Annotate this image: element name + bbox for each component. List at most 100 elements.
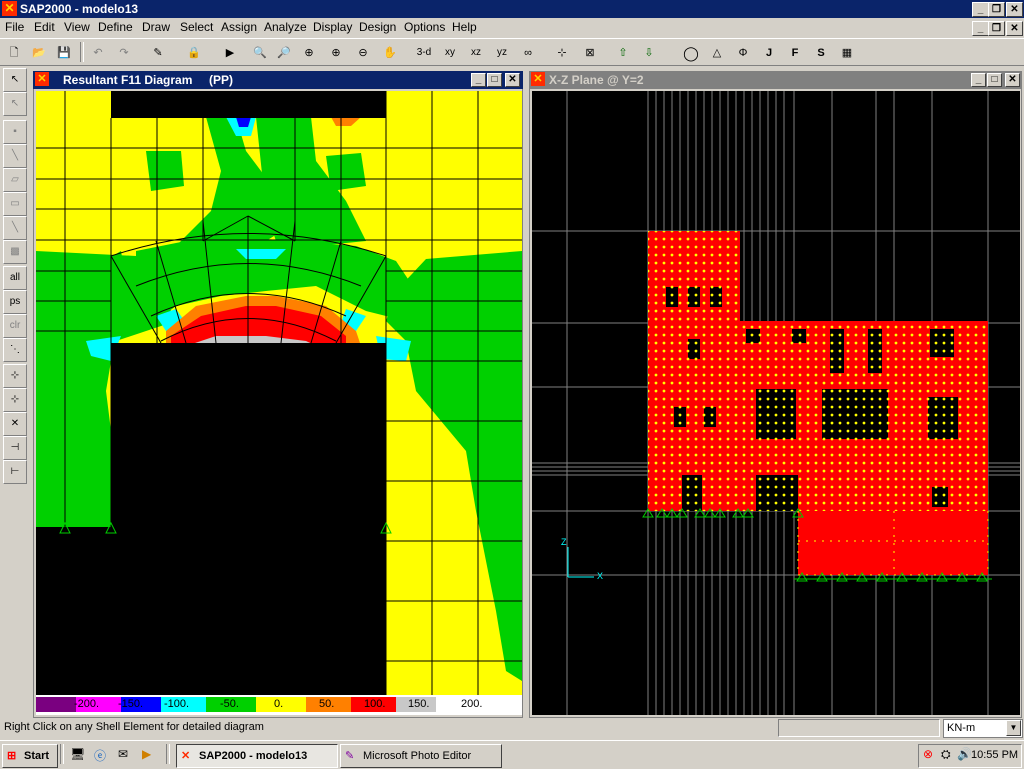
close-button[interactable]: ✕: [1006, 2, 1023, 17]
network-icon[interactable]: ⛭: [941, 747, 951, 762]
outlook-icon[interactable]: ✉: [118, 747, 134, 763]
menu-draw[interactable]: Draw: [142, 20, 170, 34]
move-down-icon[interactable]: ⇩: [637, 41, 661, 65]
snap-perpendicular-icon[interactable]: ⊣: [3, 436, 27, 460]
view-yz-button[interactable]: yz: [490, 41, 514, 65]
sap-logo-icon[interactable]: ✕: [35, 72, 49, 86]
menu-bar: File Edit View Define Draw Select Assign…: [0, 18, 1024, 38]
triangle-display-icon[interactable]: △: [705, 41, 729, 65]
previous-selection-icon[interactable]: ps: [3, 290, 27, 314]
menu-options[interactable]: Options: [404, 20, 445, 34]
child-restore-button[interactable]: ❐: [988, 21, 1005, 36]
f11-window-title-bar[interactable]: ✕ Resultant F11 Diagram (PP) _ □ ✕: [33, 71, 523, 89]
new-file-icon[interactable]: 🗋: [2, 41, 26, 65]
close-button[interactable]: ✕: [505, 73, 520, 87]
menu-define[interactable]: Define: [98, 20, 133, 34]
stress-contour-canvas[interactable]: [36, 91, 522, 695]
child-minimize-button[interactable]: _: [972, 21, 989, 36]
view-xz-button[interactable]: xz: [464, 41, 488, 65]
snap-points-icon[interactable]: ⊹: [3, 364, 27, 388]
circle-display-icon[interactable]: ◯: [679, 41, 703, 65]
xz-window-title-bar[interactable]: ✕ X-Z Plane @ Y=2 _ □ ✕: [529, 71, 1022, 89]
clear-selection-icon[interactable]: clr: [3, 314, 27, 338]
draw-rect-shell-icon[interactable]: ▭: [3, 192, 27, 216]
menu-edit[interactable]: Edit: [34, 20, 55, 34]
rotate-view-icon[interactable]: ∞: [516, 41, 540, 65]
frame-display-icon[interactable]: F: [783, 41, 807, 65]
view-xy-button[interactable]: xy: [438, 41, 462, 65]
menu-help[interactable]: Help: [452, 20, 477, 34]
draw-shell-icon[interactable]: ▱: [3, 168, 27, 192]
phi-display-icon[interactable]: Φ: [731, 41, 755, 65]
model-view-canvas[interactable]: [532, 91, 1020, 715]
chevron-down-icon[interactable]: ▼: [1006, 720, 1021, 736]
child-close-button[interactable]: ✕: [1006, 21, 1023, 36]
sap-logo-icon[interactable]: ✕: [531, 72, 545, 86]
zoom-in-icon[interactable]: ⊕: [324, 41, 348, 65]
table-display-icon[interactable]: ▦: [835, 41, 859, 65]
antivirus-icon[interactable]: ⊗: [923, 747, 933, 761]
sap-logo-icon[interactable]: ✕: [2, 1, 17, 16]
snap-intersections-icon[interactable]: ✕: [3, 412, 27, 436]
zoom-restore-icon[interactable]: 🔎: [272, 41, 296, 65]
xz-plane-window[interactable]: ✕ X-Z Plane @ Y=2 _ □ ✕ Z X: [527, 69, 1024, 720]
restore-button[interactable]: ❐: [988, 2, 1005, 17]
save-icon[interactable]: 💾: [52, 41, 76, 65]
speaker-icon[interactable]: 🔊: [957, 747, 972, 761]
menu-analyze[interactable]: Analyze: [264, 20, 307, 34]
menu-design[interactable]: Design: [359, 20, 396, 34]
menu-view[interactable]: View: [64, 20, 90, 34]
desktop-icon[interactable]: 🖥: [70, 747, 86, 763]
move-up-icon[interactable]: ⇧: [611, 41, 635, 65]
minimize-button[interactable]: _: [972, 2, 989, 17]
app-title: SAP2000 - modelo13: [20, 2, 139, 16]
menu-display[interactable]: Display: [313, 20, 352, 34]
start-button[interactable]: ⊞ Start: [2, 744, 58, 768]
internet-explorer-icon[interactable]: ⓔ: [94, 747, 110, 763]
select-all-icon[interactable]: all: [3, 266, 27, 290]
quick-draw-shell-icon[interactable]: ▩: [3, 240, 27, 264]
minimize-button[interactable]: _: [471, 73, 486, 87]
close-button[interactable]: ✕: [1005, 73, 1020, 87]
draw-joint-icon[interactable]: ▪: [3, 120, 27, 144]
zoom-window-icon[interactable]: 🔍: [248, 41, 272, 65]
quick-draw-frame-icon[interactable]: ╲: [3, 216, 27, 240]
reshape-pointer-icon[interactable]: ↖: [3, 92, 27, 116]
run-analysis-icon[interactable]: ▶: [218, 41, 242, 65]
shell-display-icon[interactable]: S: [809, 41, 833, 65]
pointer-icon[interactable]: ↖: [3, 68, 27, 92]
main-toolbar: 🗋 📂 💾 ↶ ↷ ✎ 🔒 ▶ 🔍 🔎 ⊕ ⊕ ⊖ ✋ 3-d xy xz yz…: [0, 38, 1024, 66]
app-title-bar[interactable]: ✕ SAP2000 - modelo13 _ ❐ ✕: [0, 0, 1024, 18]
media-player-icon[interactable]: ▶: [142, 747, 158, 763]
f11-diagram-window[interactable]: ✕ Resultant F11 Diagram (PP) _ □ ✕ -200.…: [31, 69, 525, 720]
snap-ends-icon[interactable]: ⊹: [3, 388, 27, 412]
clock[interactable]: 10:55 PM: [971, 749, 1018, 761]
undo-icon[interactable]: ↶: [86, 41, 110, 65]
legend-label: -50.: [220, 698, 239, 710]
units-dropdown[interactable]: KN-m ▼: [943, 719, 1023, 738]
menu-assign[interactable]: Assign: [221, 20, 257, 34]
minimize-button[interactable]: _: [971, 73, 986, 87]
menu-select[interactable]: Select: [180, 20, 213, 34]
draw-frame-icon[interactable]: ╲: [3, 144, 27, 168]
contour-legend: -200. -150. -100. -50. 0. 50. 100. 150. …: [36, 695, 522, 715]
taskbar-item-photo-editor[interactable]: ✎ Microsoft Photo Editor: [340, 744, 502, 768]
maximize-button[interactable]: □: [487, 73, 502, 87]
zoom-full-icon[interactable]: ⊕: [297, 41, 321, 65]
menu-file[interactable]: File: [5, 20, 24, 34]
snap-lines-icon[interactable]: ⊢: [3, 460, 27, 484]
lock-icon[interactable]: 🔒: [182, 41, 206, 65]
open-folder-icon[interactable]: 📂: [27, 41, 51, 65]
pencil-icon[interactable]: ✎: [146, 41, 170, 65]
joint-display-icon[interactable]: J: [757, 41, 781, 65]
pan-hand-icon[interactable]: ✋: [378, 41, 402, 65]
intersecting-line-icon[interactable]: ⋱: [3, 338, 27, 362]
zoom-out-icon[interactable]: ⊖: [351, 41, 375, 65]
redo-icon[interactable]: ↷: [112, 41, 136, 65]
perspective-icon[interactable]: ⊹: [550, 41, 574, 65]
z-axis-label: Z: [561, 537, 567, 547]
refresh-window-icon[interactable]: ⊠: [578, 41, 602, 65]
view-3d-button[interactable]: 3-d: [412, 41, 436, 65]
taskbar-item-sap2000[interactable]: ✕ SAP2000 - modelo13: [176, 744, 338, 768]
maximize-button[interactable]: □: [987, 73, 1002, 87]
